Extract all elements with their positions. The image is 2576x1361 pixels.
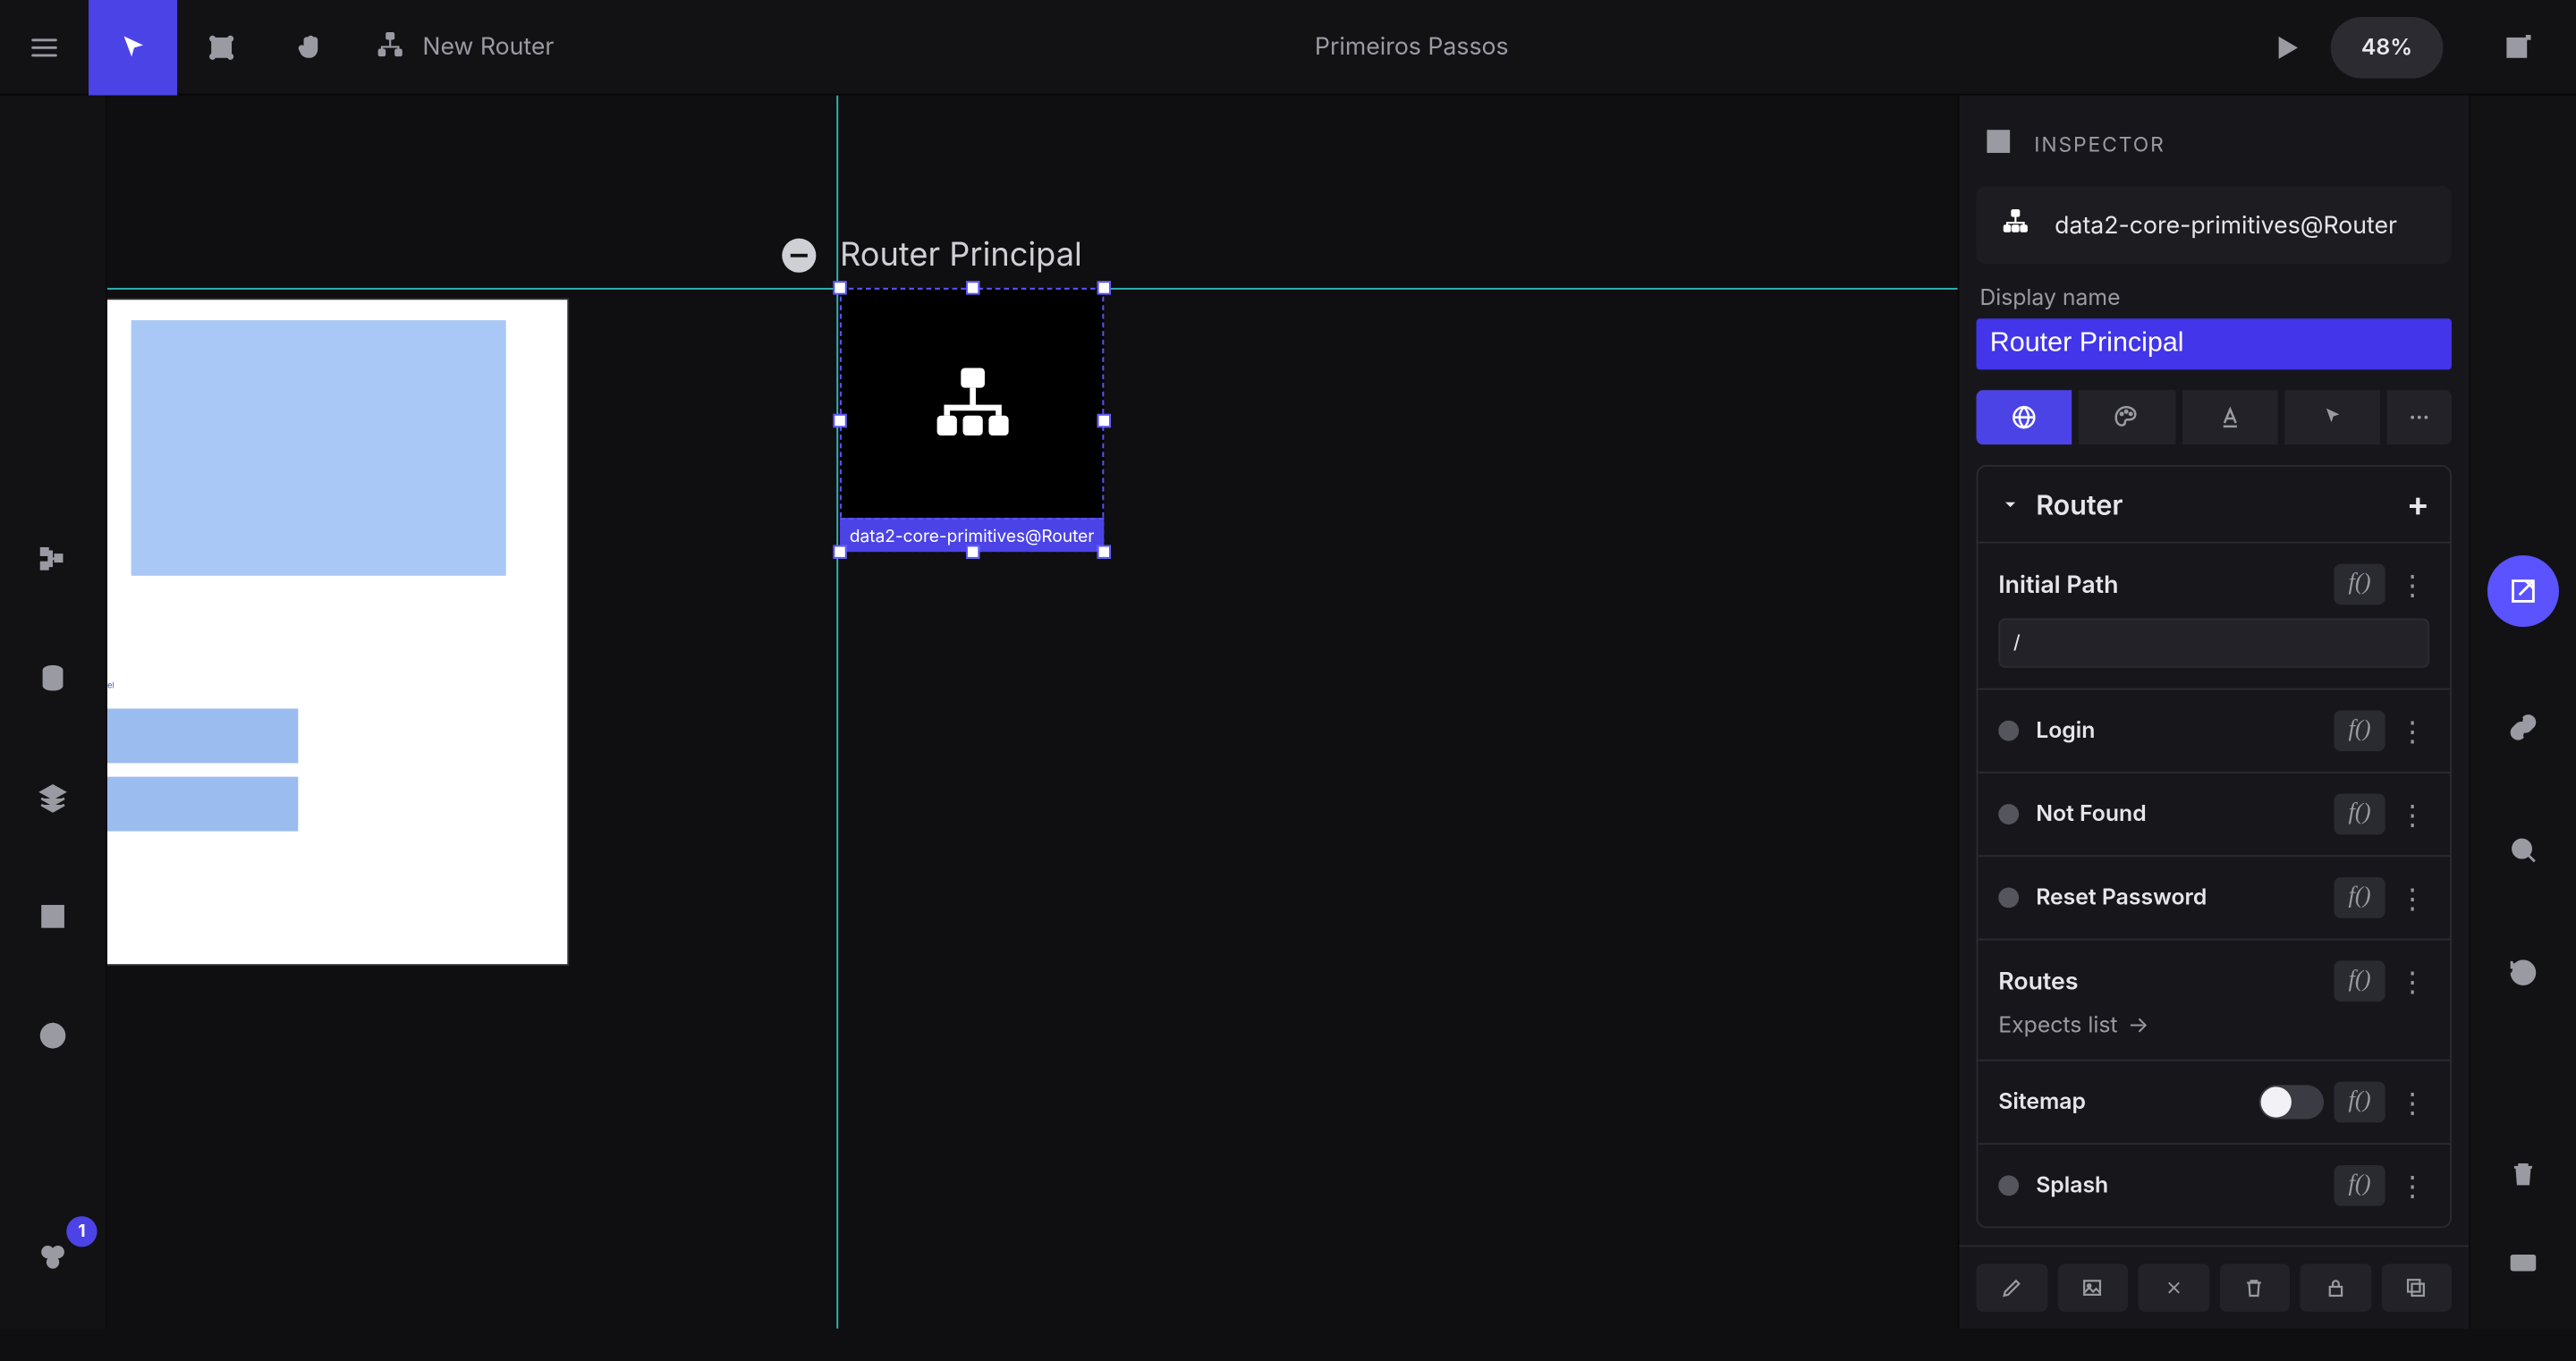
globe-icon[interactable] <box>32 1015 73 1056</box>
category-tab-design[interactable] <box>2079 390 2174 444</box>
resize-handle[interactable] <box>833 413 846 427</box>
row-label: Reset Password <box>2036 884 2207 911</box>
edit-icon <box>1983 126 2013 162</box>
preview-item <box>107 708 298 763</box>
preview-hero-block <box>131 320 506 576</box>
collapse-icon[interactable] <box>782 238 816 272</box>
play-button[interactable] <box>2242 0 2331 95</box>
fx-button[interactable]: f() <box>2334 794 2385 835</box>
resize-handle[interactable] <box>965 545 979 559</box>
preview-item <box>107 777 298 832</box>
sitemap-icon <box>840 288 1104 518</box>
row-label: Splash <box>2036 1172 2108 1199</box>
routes-hint[interactable]: Expects list→ <box>1998 1011 2148 1038</box>
edit-button[interactable] <box>1977 1264 2047 1311</box>
image-button[interactable] <box>2057 1264 2128 1311</box>
row-label: Login <box>2036 717 2095 744</box>
resize-handle[interactable] <box>833 281 846 294</box>
external-link-button[interactable] <box>2474 0 2563 95</box>
row-login[interactable]: Login f()⋮ <box>1978 689 2450 773</box>
new-router-menu[interactable]: New Router <box>354 0 581 95</box>
router-section-title: Router <box>2036 487 2123 521</box>
sitemap-toggle[interactable] <box>2259 1085 2324 1119</box>
status-dot <box>1998 1175 2019 1196</box>
fx-button[interactable]: f() <box>2334 877 2385 918</box>
fx-button[interactable]: f() <box>2334 564 2385 605</box>
object-type-chip[interactable]: data2-core-primitives@Router <box>1977 186 2452 265</box>
initial-path-row: Initial Path f() ⋮ <box>1978 544 2450 690</box>
category-tab-more[interactable] <box>2387 390 2452 444</box>
resize-handle[interactable] <box>965 281 979 294</box>
link-icon[interactable] <box>2501 706 2546 750</box>
components-icon[interactable]: 1 <box>32 1237 73 1278</box>
grid-icon[interactable] <box>32 896 73 937</box>
project-title: Primeiros Passos <box>581 32 2242 61</box>
delete-button[interactable] <box>2219 1264 2290 1311</box>
trash-icon[interactable] <box>2501 1152 2546 1196</box>
inspector-footer <box>1959 1245 2469 1328</box>
canvas[interactable]: el Router Principal data2-core-primitive… <box>107 96 1958 1329</box>
layers-icon[interactable] <box>32 777 73 818</box>
row-reset-password[interactable]: Reset Password f()⋮ <box>1978 857 2450 940</box>
database-icon[interactable] <box>32 657 73 698</box>
status-dot <box>1998 721 2019 741</box>
category-tab-properties[interactable] <box>1977 390 2072 444</box>
category-tab-text[interactable] <box>2182 390 2277 444</box>
hand-tool-button[interactable] <box>266 0 354 95</box>
close-button[interactable] <box>2138 1264 2208 1311</box>
hamburger-menu-icon[interactable] <box>0 0 89 95</box>
preview-frame[interactable]: el <box>107 300 567 964</box>
row-not-found[interactable]: Not Found f()⋮ <box>1978 773 2450 857</box>
row-routes: Routes f()⋮ Expects list→ <box>1978 940 2450 1061</box>
category-tabs <box>1977 390 2452 444</box>
category-tab-interaction[interactable] <box>2284 390 2380 444</box>
zoom-level-pill[interactable]: 48% <box>2331 16 2444 78</box>
row-splash[interactable]: Splash f()⋮ <box>1978 1145 2450 1226</box>
router-section-header[interactable]: Router + <box>1978 467 2450 544</box>
search-icon[interactable] <box>2501 828 2546 873</box>
row-label: Not Found <box>2036 800 2146 827</box>
selected-node[interactable]: data2-core-primitives@Router <box>840 288 1104 552</box>
object-type-label: data2-core-primitives@Router <box>2055 210 2397 239</box>
preview-tiny-label: el <box>107 681 114 691</box>
resize-handle[interactable] <box>1097 545 1111 559</box>
sitemap-icon <box>2000 206 2030 243</box>
lock-button[interactable] <box>2300 1264 2370 1311</box>
history-icon[interactable] <box>2501 951 2546 995</box>
node-title-bar[interactable]: Router Principal <box>840 235 1082 275</box>
inspector-panel: INSPECTOR data2-core-primitives@Router D… <box>1958 96 2469 1329</box>
pointer-tool-button[interactable] <box>89 0 177 95</box>
tree-icon[interactable] <box>32 538 73 579</box>
fx-button[interactable]: f() <box>2334 710 2385 751</box>
resize-handle[interactable] <box>1097 413 1111 427</box>
fx-button[interactable]: f() <box>2334 1165 2385 1206</box>
sitemap-icon <box>375 28 405 65</box>
components-badge: 1 <box>66 1216 97 1247</box>
initial-path-label: Initial Path <box>1998 570 2118 598</box>
row-label: Sitemap <box>1998 1088 2086 1115</box>
initial-path-input[interactable] <box>1998 618 2429 667</box>
status-dot <box>1998 804 2019 824</box>
fx-button[interactable]: f() <box>2334 960 2385 1002</box>
row-label: Routes <box>1998 967 2078 995</box>
router-section: Router + Initial Path f() ⋮ <box>1977 465 2452 1228</box>
node-title-label: Router Principal <box>840 235 1082 275</box>
copy-button[interactable] <box>2381 1264 2452 1311</box>
display-name-input[interactable] <box>1977 318 2452 369</box>
inspector-header-label: INSPECTOR <box>2034 131 2165 157</box>
resize-handle[interactable] <box>833 545 846 559</box>
left-sidebar: 1 <box>0 96 107 1329</box>
top-toolbar: New Router Primeiros Passos 48% <box>0 0 2576 96</box>
row-sitemap: Sitemap f()⋮ <box>1978 1061 2450 1145</box>
status-dot <box>1998 887 2019 908</box>
frame-tool-button[interactable] <box>177 0 266 95</box>
resize-handle[interactable] <box>1097 281 1111 294</box>
keyboard-icon[interactable] <box>2501 1240 2546 1285</box>
new-router-label: New Router <box>422 32 554 61</box>
edit-fab-button[interactable] <box>2487 555 2559 627</box>
fx-button[interactable]: f() <box>2334 1082 2385 1123</box>
right-sidebar <box>2469 96 2576 1329</box>
display-name-label: Display name <box>1979 284 2448 311</box>
